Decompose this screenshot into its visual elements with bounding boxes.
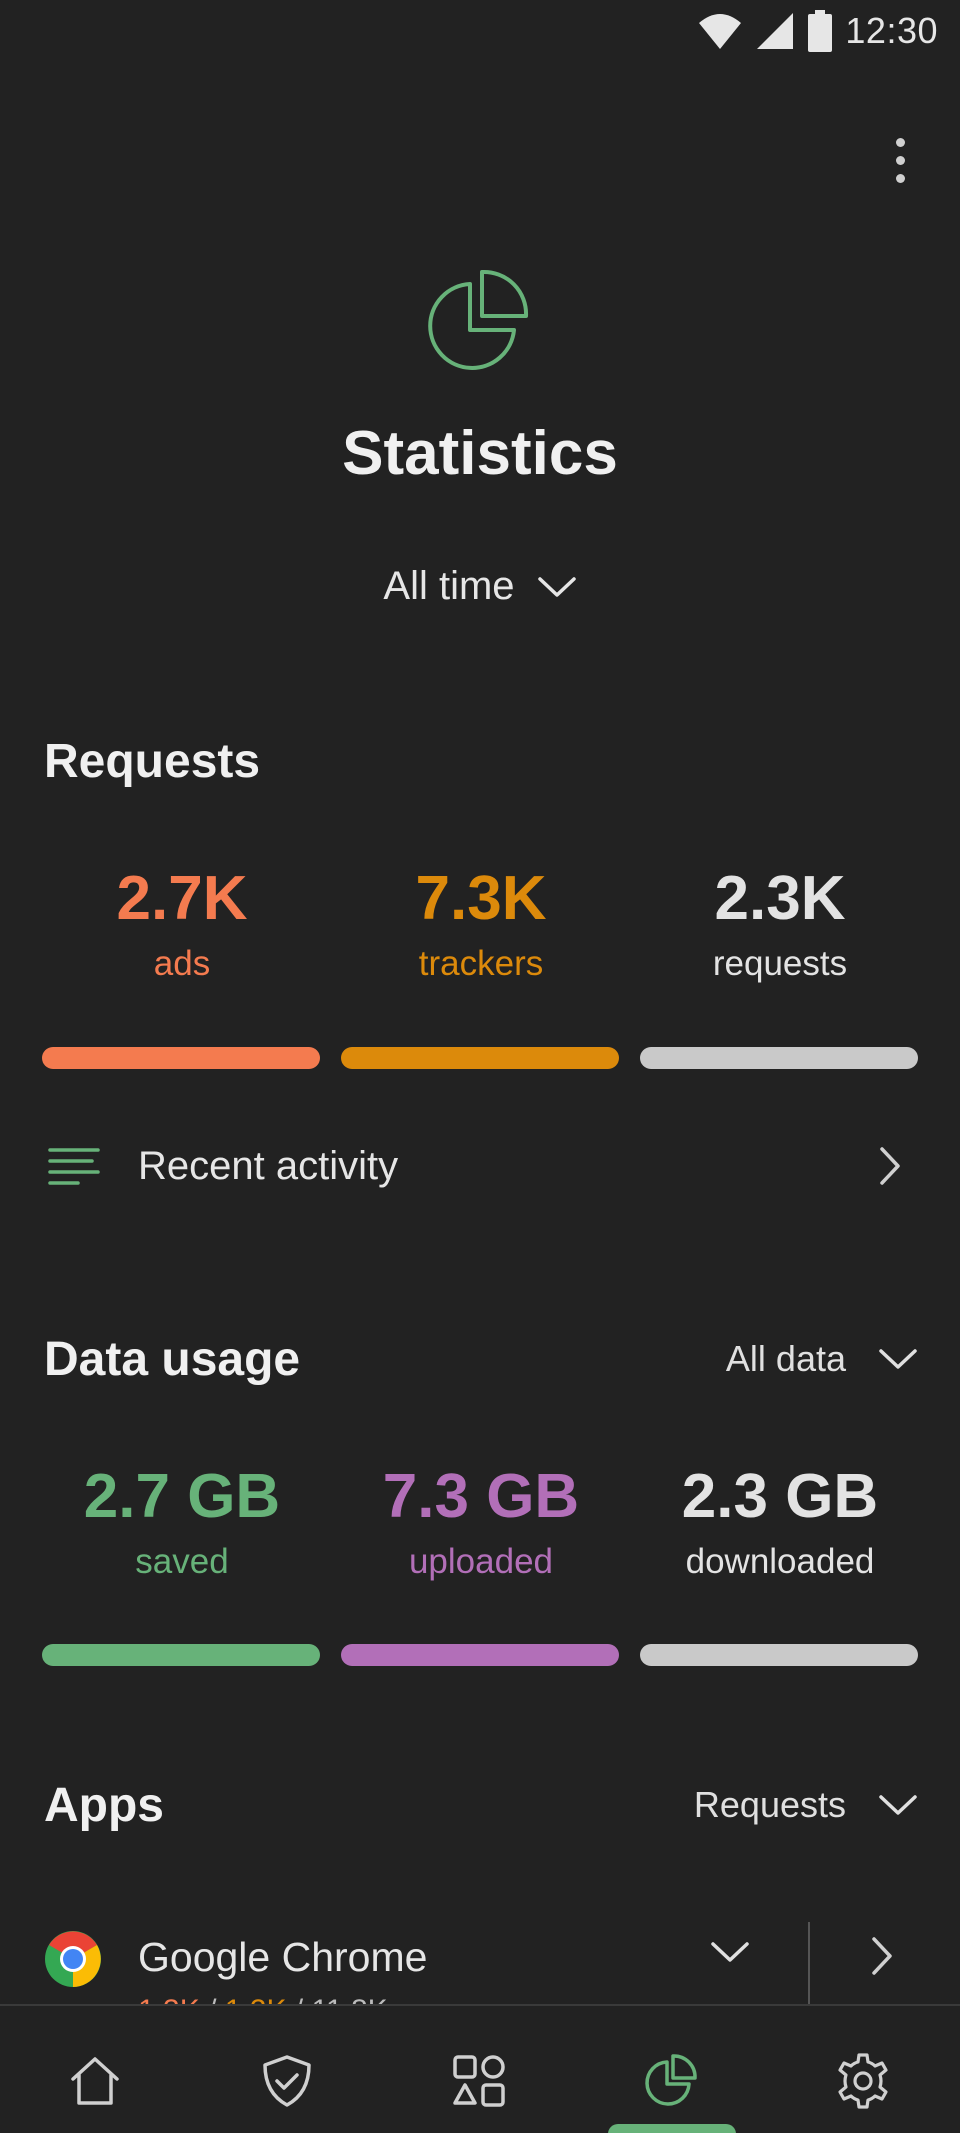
requests-bar [640, 1047, 918, 1069]
trackers-bar [341, 1047, 619, 1069]
ads-bar [42, 1047, 320, 1069]
trackers-stat: 7.3K trackers [343, 868, 619, 984]
apps-sort-label: Requests [693, 1784, 846, 1825]
uploaded-value: 7.3 GB [382, 1462, 580, 1531]
downloaded-bar [640, 1644, 918, 1666]
pie-chart-icon [428, 269, 529, 370]
settings-icon [838, 2053, 888, 2109]
chrome-icon [45, 1931, 101, 1987]
uploaded-bar [341, 1644, 619, 1666]
recent-activity-label: Recent activity [138, 1143, 399, 1188]
requests-value: 2.3K [714, 864, 846, 933]
apps-grid-icon [453, 2055, 505, 2107]
saved-value: 2.7 GB [83, 1462, 281, 1531]
uploaded-label: uploaded [408, 1542, 554, 1581]
apps-sort-dropdown[interactable]: Requests [694, 1784, 918, 1826]
shield-icon [263, 2055, 311, 2107]
page-title: Statistics [342, 419, 618, 488]
downloaded-value: 2.3 GB [681, 1462, 879, 1531]
data-usage-stats: 2.7 GB saved 7.3 GB uploaded 2.3 GB down… [44, 1466, 918, 1582]
ads-label: ads [153, 944, 211, 983]
bottom-navigation [0, 2004, 960, 2133]
app-name[interactable]: Google Chrome [138, 1934, 427, 1981]
apps-title: Apps [44, 1779, 164, 1832]
requests-stats: 2.7K ads 7.3K trackers 2.3K requests [44, 868, 918, 984]
downloaded-label: downloaded [685, 1542, 875, 1581]
trackers-label: trackers [418, 944, 544, 983]
period-dropdown[interactable]: All time [0, 564, 960, 609]
wifi-icon [699, 14, 742, 49]
saved-bar [42, 1644, 320, 1666]
status-bar: 12:30 [0, 0, 960, 64]
requests-stat: 2.3K requests [642, 868, 918, 984]
nav-home[interactable] [60, 2046, 130, 2116]
chevron-right-icon[interactable] [870, 1936, 894, 1976]
data-filter-label: All data [725, 1338, 846, 1379]
chevron-down-icon [537, 576, 576, 597]
uploaded-stat: 7.3 GB uploaded [343, 1466, 619, 1582]
dot [895, 173, 905, 183]
status-time: 12:30 [845, 10, 938, 51]
chevron-down-icon [879, 1349, 917, 1369]
trackers-value: 7.3K [415, 864, 547, 933]
saved-stat: 2.7 GB saved [44, 1466, 320, 1582]
ads-value: 2.7K [116, 864, 248, 933]
data-usage-title: Data usage [44, 1333, 301, 1386]
requests-title: Requests [44, 735, 261, 788]
home-icon [71, 2057, 119, 2105]
status-icons: 12:30 [697, 10, 938, 52]
app-row: Google Chrome 1.3K / 1.2K / 11.8K [0, 1910, 960, 2027]
statistics-screen: 12:30 Statistics All time Requests 2.7K … [0, 0, 960, 2133]
dot [895, 155, 905, 165]
requests-label: requests [712, 944, 848, 983]
active-tab-indicator [608, 2124, 736, 2133]
recent-activity-row[interactable]: Recent activity [0, 1130, 960, 1202]
nav-protection[interactable] [252, 2046, 322, 2116]
more-options-button[interactable] [880, 130, 920, 190]
ads-stat: 2.7K ads [44, 868, 320, 984]
statistics-icon [645, 2054, 697, 2106]
vertical-divider [808, 1922, 810, 2014]
expand-chevron-icon[interactable] [710, 1940, 750, 1964]
requests-bars [42, 1047, 918, 1069]
nav-apps[interactable] [444, 2046, 514, 2116]
chevron-down-icon [879, 1795, 917, 1815]
data-filter-dropdown[interactable]: All data [726, 1338, 918, 1380]
list-icon [48, 1148, 100, 1185]
nav-settings[interactable] [828, 2046, 898, 2116]
battery-icon [808, 10, 833, 52]
period-label: All time [383, 564, 515, 608]
nav-statistics[interactable] [636, 2046, 706, 2116]
cell-signal-icon [757, 13, 794, 49]
downloaded-stat: 2.3 GB downloaded [642, 1466, 918, 1582]
saved-label: saved [135, 1542, 229, 1581]
data-usage-bars [42, 1644, 918, 1666]
dot [895, 137, 905, 147]
chevron-right-icon [880, 1147, 900, 1185]
